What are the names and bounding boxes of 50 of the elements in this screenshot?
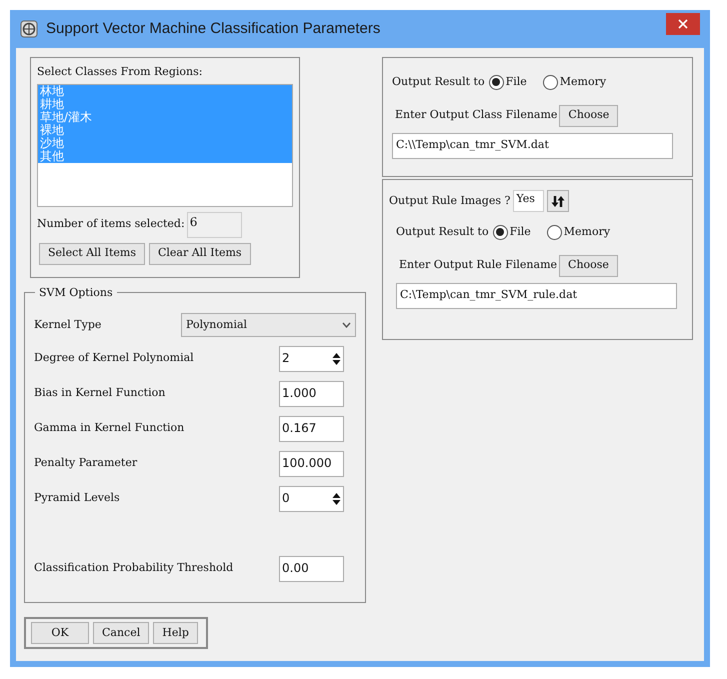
- kernel-type-dropdown[interactable]: Polynomial: [181, 313, 356, 337]
- radio-label: File: [510, 224, 531, 240]
- kernel-type-label: Kernel Type: [34, 316, 102, 333]
- svm-options-title: SVM Options: [35, 285, 117, 302]
- radio-option[interactable]: Memory: [542, 74, 606, 90]
- spinner-field[interactable]: 0: [279, 486, 344, 512]
- text-field[interactable]: 0.167: [279, 416, 344, 442]
- radio-label: Memory: [560, 74, 606, 90]
- threshold-label: Classification Probability Threshold: [34, 560, 234, 576]
- swap-arrows-icon: [551, 194, 566, 208]
- dialog-button[interactable]: Choose: [559, 254, 618, 276]
- dialog-button[interactable]: OK: [31, 622, 89, 644]
- radio-option[interactable]: File: [492, 224, 531, 240]
- output-label: Output Result to: [392, 74, 485, 90]
- text-field[interactable]: 100.000: [279, 450, 344, 476]
- toggle-button[interactable]: [547, 190, 570, 212]
- dialog-button[interactable]: Help: [153, 622, 198, 644]
- radio-option[interactable]: File: [488, 74, 527, 90]
- classes-label: Select Classes From Regions:: [37, 64, 204, 80]
- parameter-label: Bias in Kernel Function: [34, 385, 166, 402]
- filename-field[interactable]: C:\\Temp\can_tmr_SVM.dat: [392, 132, 673, 158]
- app-icon: [20, 20, 38, 38]
- parameter-label: Gamma in Kernel Function: [34, 420, 184, 436]
- radio-label: File: [506, 74, 527, 90]
- close-button[interactable]: [666, 13, 700, 35]
- yes-no-toggle[interactable]: Yes: [513, 190, 544, 212]
- chevron-down-icon: [342, 322, 351, 328]
- text-field[interactable]: 1.000: [279, 380, 344, 406]
- output-label: Output Result to: [396, 224, 489, 240]
- rule-images-label: Output Rule Images ?: [389, 192, 510, 209]
- count-label: Number of items selected:: [37, 216, 185, 232]
- radio-label: Memory: [564, 224, 610, 240]
- dialog-button[interactable]: Select All Items: [39, 242, 145, 264]
- dialog-button[interactable]: Cancel: [93, 622, 150, 644]
- spinner-field[interactable]: 2: [279, 346, 344, 372]
- spinner-arrows-icon[interactable]: [332, 492, 341, 506]
- count-field: 6: [186, 212, 242, 238]
- parameter-label: Pyramid Levels: [34, 490, 120, 506]
- radio-option[interactable]: Memory: [546, 224, 610, 240]
- dialog-button[interactable]: Choose: [559, 104, 618, 126]
- filename-label: Enter Output Class Filename: [395, 107, 558, 124]
- filename-label: Enter Output Rule Filename: [399, 257, 558, 274]
- text-field[interactable]: 0.00: [279, 556, 344, 582]
- window-title: Support Vector Machine Classification Parameters: [46, 18, 380, 39]
- dialog-button[interactable]: Clear All Items: [148, 242, 251, 264]
- parameter-label: Penalty Parameter: [34, 455, 138, 472]
- spinner-arrows-icon[interactable]: [332, 352, 341, 366]
- parameter-label: Degree of Kernel Polynomial: [34, 350, 194, 366]
- close-icon: [678, 19, 688, 29]
- filename-field[interactable]: C:\Temp\can_tmr_SVM_rule.dat: [396, 282, 677, 308]
